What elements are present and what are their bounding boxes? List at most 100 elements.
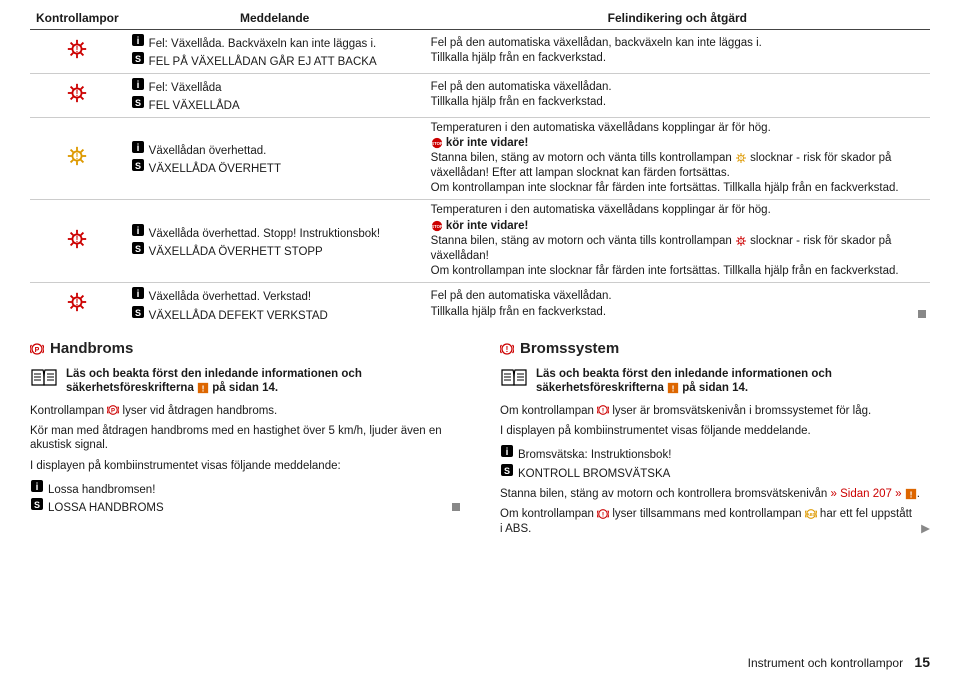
action-line: Om kontrollampan inte slocknar får färde… xyxy=(431,181,924,195)
section-end-marker xyxy=(918,308,926,322)
msg-i-text: Fel: Växellåda xyxy=(149,81,222,95)
action-cell: Fel på den automatiska växellådan. Tillka… xyxy=(425,283,930,326)
gear-warning-icon xyxy=(66,158,88,170)
msg-s-text: FEL PÅ VÄXELLÅDAN GÅR EJ ATT BACKA xyxy=(149,55,377,69)
bs-p3: Stanna bilen, stäng av motorn och kontro… xyxy=(500,487,930,501)
warn-badge-icon xyxy=(667,382,679,394)
continuation-arrow-icon: ▶ xyxy=(921,522,930,536)
info-s-icon xyxy=(131,305,145,319)
bs-p4: Om kontrollampan lyser tillsammans med k… xyxy=(500,507,930,536)
action-line: Stanna bilen, stäng av motorn och vänta … xyxy=(431,151,924,180)
section-end-marker xyxy=(452,501,460,515)
stop-sign-icon xyxy=(431,220,443,232)
info-s-icon xyxy=(500,463,514,477)
brake-lamp-icon xyxy=(597,404,609,416)
hb-p1: Kontrollampan lyser vid åtdragen handbro… xyxy=(30,404,460,418)
footer-label: Instrument och kontrollampor xyxy=(748,656,903,670)
abs-lamp-icon xyxy=(805,508,817,520)
handbrake-lamp-icon xyxy=(30,342,44,356)
msg-s-text: VÄXELLÅDA DEFEKT VERKSTAD xyxy=(149,309,328,323)
info-i-icon xyxy=(131,223,145,237)
action-cell: Temperaturen i den automatiska växellåda… xyxy=(425,117,930,200)
message-cell: Fel: Växellåda. Backväxeln kan inte lägg… xyxy=(125,30,425,74)
message-cell: Växellådan överhettad. VÄXELLÅDA ÖVERHETT xyxy=(125,117,425,200)
msg-i-text: Växellådan överhettad. xyxy=(149,144,267,158)
th-msg: Meddelande xyxy=(125,8,425,30)
table-row: Växellåda överhettad. Verkstad! VÄXELLÅDA… xyxy=(30,283,930,326)
handbrake-heading: Handbroms xyxy=(50,340,133,359)
gear-warning-icon xyxy=(735,235,747,247)
info-i-icon xyxy=(131,33,145,47)
book-icon xyxy=(30,367,58,396)
msg-s-text: VÄXELLÅDA ÖVERHETT xyxy=(149,162,281,176)
info-s-icon xyxy=(131,95,145,109)
action-line: Fel på den automatiska växellådan. xyxy=(431,289,924,303)
msg-i-text: Växellåda överhettad. Stopp! Instruktion… xyxy=(149,227,380,241)
lamp-cell xyxy=(30,200,125,283)
brake-lamp-icon xyxy=(500,342,514,356)
th-action: Felindikering och åtgärd xyxy=(425,8,930,30)
th-lamps: Kontrollampor xyxy=(30,8,125,30)
section-brakesystem: Bromssystem Läs och beakta först den inl… xyxy=(500,340,930,542)
section-handbrake: Handbroms Läs och beakta först den inled… xyxy=(30,340,460,542)
brake-heading: Bromssystem xyxy=(520,340,619,359)
bs-msg-i: Bromsvätska: Instruktionsbok! xyxy=(518,448,671,462)
action-line: Temperaturen i den automatiska växellåda… xyxy=(431,121,924,135)
warn-badge-icon xyxy=(905,488,917,500)
warning-lamp-table: Kontrollampor Meddelande Felindikering o… xyxy=(30,8,930,326)
gear-warning-icon xyxy=(66,304,88,316)
hb-p3: I displayen på kombiinstrumentet visas f… xyxy=(30,459,460,473)
bs-p1: Om kontrollampan lyser är bromsvätskeniv… xyxy=(500,404,930,418)
table-row: Fel: VäxellådaFEL VÄXELLÅDAFel på den au… xyxy=(30,73,930,117)
bs-p2: I displayen på kombiinstrumentet visas f… xyxy=(500,424,930,438)
gear-warning-icon xyxy=(66,51,88,63)
lamp-cell xyxy=(30,30,125,74)
action-cell: Fel på den automatiska växellådan.Tillka… xyxy=(425,73,930,117)
page-footer: Instrument och kontrollampor 15 xyxy=(748,654,930,672)
msg-s-text: VÄXELLÅDA ÖVERHETT STOPP xyxy=(149,245,323,259)
gear-warning-icon xyxy=(735,152,747,164)
msg-i-text: Fel: Växellåda. Backväxeln kan inte lägg… xyxy=(149,37,377,51)
info-i-icon xyxy=(131,140,145,154)
message-cell: Växellåda överhettad. Stopp! Instruktion… xyxy=(125,200,425,283)
lamp-cell xyxy=(30,283,125,326)
action-line: Fel på den automatiska växellådan, backv… xyxy=(431,36,924,50)
info-i-icon xyxy=(131,286,145,300)
handbrake-lamp-icon xyxy=(107,404,119,416)
bs-msg-s: KONTROLL BROMSVÄTSKA xyxy=(518,467,670,481)
gear-warning-icon xyxy=(66,241,88,253)
action-line: Temperaturen i den automatiska växellåda… xyxy=(431,203,924,217)
action-line: Stanna bilen, stäng av motorn och vänta … xyxy=(431,234,924,263)
action-cell: Fel på den automatiska växellådan, backv… xyxy=(425,30,930,74)
warn-badge-icon xyxy=(197,382,209,394)
msg-i-text: Växellåda överhettad. Verkstad! xyxy=(149,290,311,304)
table-row: Växellåda överhettad. Stopp! Instruktion… xyxy=(30,200,930,283)
action-line: Om kontrollampan inte slocknar får färde… xyxy=(431,264,924,278)
table-row: Fel: Växellåda. Backväxeln kan inte lägg… xyxy=(30,30,930,74)
page-number: 15 xyxy=(914,654,930,670)
action-cell: Temperaturen i den automatiska växellåda… xyxy=(425,200,930,283)
info-s-icon xyxy=(30,497,44,511)
page-ref-link[interactable]: » Sidan 207 » xyxy=(831,488,902,500)
action-line: kör inte vidare! xyxy=(431,219,924,233)
handbrake-notice: Läs och beakta först den inledande infor… xyxy=(66,367,460,396)
info-s-icon xyxy=(131,241,145,255)
brake-lamp-icon xyxy=(597,508,609,520)
gear-warning-icon xyxy=(66,95,88,107)
message-cell: Fel: VäxellådaFEL VÄXELLÅDA xyxy=(125,73,425,117)
action-line: kör inte vidare! xyxy=(431,136,924,150)
brake-notice: Läs och beakta först den inledande infor… xyxy=(536,367,930,396)
info-s-icon xyxy=(131,51,145,65)
action-line: Fel på den automatiska växellådan. xyxy=(431,80,924,94)
lamp-cell xyxy=(30,73,125,117)
info-i-icon xyxy=(131,77,145,91)
action-line: Tillkalla hjälp från en fackverkstad. xyxy=(431,95,924,109)
book-icon xyxy=(500,367,528,396)
hb-msg-i: Lossa handbromsen! xyxy=(48,483,155,497)
hb-msg-s: LOSSA HANDBROMS xyxy=(48,501,164,515)
stop-sign-icon xyxy=(431,137,443,149)
table-row: Växellådan överhettad. VÄXELLÅDA ÖVERHETT… xyxy=(30,117,930,200)
info-i-icon xyxy=(500,444,514,458)
info-s-icon xyxy=(131,158,145,172)
action-line: Tillkalla hjälp från en fackverkstad. xyxy=(431,305,924,319)
